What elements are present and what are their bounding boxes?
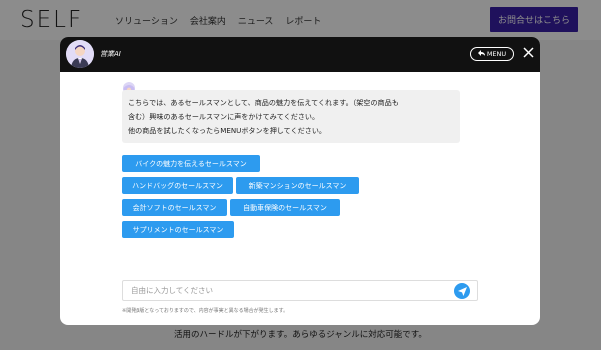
disclaimer-text: ※開発β版となっておりますので、内容が事実と異なる場合が発生します。 bbox=[122, 308, 289, 314]
bot-name: 営業AI bbox=[100, 50, 121, 58]
menu-button-label: MENU bbox=[486, 50, 507, 58]
choice-button-condo[interactable]: 新築マンションのセールスマン bbox=[236, 177, 359, 194]
choice-button-supplement[interactable]: サプリメントのセールスマン bbox=[122, 221, 234, 238]
chat-modal: 営業AI MENU こちらでは、あるセールスマンとして、商品の魅力を伝えてくれま… bbox=[60, 37, 540, 325]
choice-button-handbag[interactable]: ハンドバッグのセールスマン bbox=[122, 177, 233, 194]
close-icon[interactable] bbox=[521, 46, 536, 61]
chat-header: 営業AI MENU bbox=[60, 37, 540, 72]
bot-avatar bbox=[66, 40, 94, 68]
back-arrow-icon bbox=[477, 50, 485, 58]
menu-button[interactable]: MENU bbox=[470, 47, 514, 61]
chat-input[interactable] bbox=[129, 285, 477, 296]
choice-button-bike[interactable]: バイクの魅力を伝えるセールスマン bbox=[122, 155, 260, 172]
bot-message-bubble: こちらでは、あるセールスマンとして、商品の魅力を伝えてくれます。（架空の商品も … bbox=[122, 90, 460, 143]
choice-button-insurance[interactable]: 自動車保険のセールスマン bbox=[230, 199, 340, 216]
message-line: こちらでは、あるセールスマンとして、商品の魅力を伝えてくれます。（架空の商品も bbox=[128, 98, 399, 107]
send-icon[interactable] bbox=[454, 283, 470, 299]
chat-input-box bbox=[122, 280, 478, 301]
message-line: 含む）興味のあるセールスマンに声をかけてみてください。 bbox=[128, 112, 320, 121]
message-line: 他の商品を試したくなったらMENUボタンを押してください。 bbox=[128, 126, 327, 135]
choice-button-accounting[interactable]: 会計ソフトのセールスマン bbox=[122, 199, 227, 216]
